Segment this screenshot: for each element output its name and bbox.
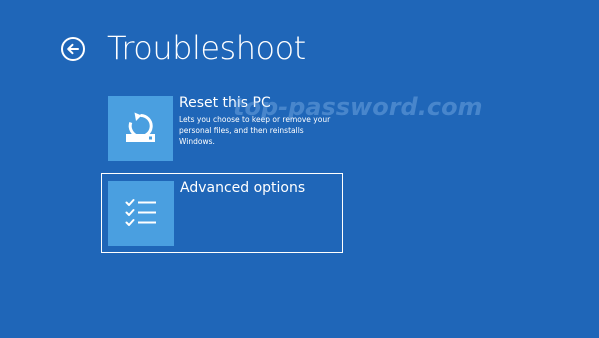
advanced-options-tile <box>108 181 174 246</box>
reset-pc-tile <box>108 96 173 161</box>
advanced-options-label: Advanced options <box>180 180 306 196</box>
back-arrow-circle-icon <box>61 37 85 61</box>
back-button[interactable] <box>60 36 86 62</box>
advanced-options-option[interactable]: Advanced options <box>101 173 343 253</box>
checklist-icon <box>125 199 156 226</box>
reset-this-pc-description: Lets you choose to keep or remove your p… <box>179 115 331 146</box>
reset-pc-icon <box>126 112 155 142</box>
reset-this-pc-label: Reset this PC <box>179 95 271 111</box>
page-title: Troubleshoot <box>107 29 306 67</box>
reset-this-pc-option[interactable]: Reset this PC Lets you choose to keep or… <box>102 91 346 165</box>
